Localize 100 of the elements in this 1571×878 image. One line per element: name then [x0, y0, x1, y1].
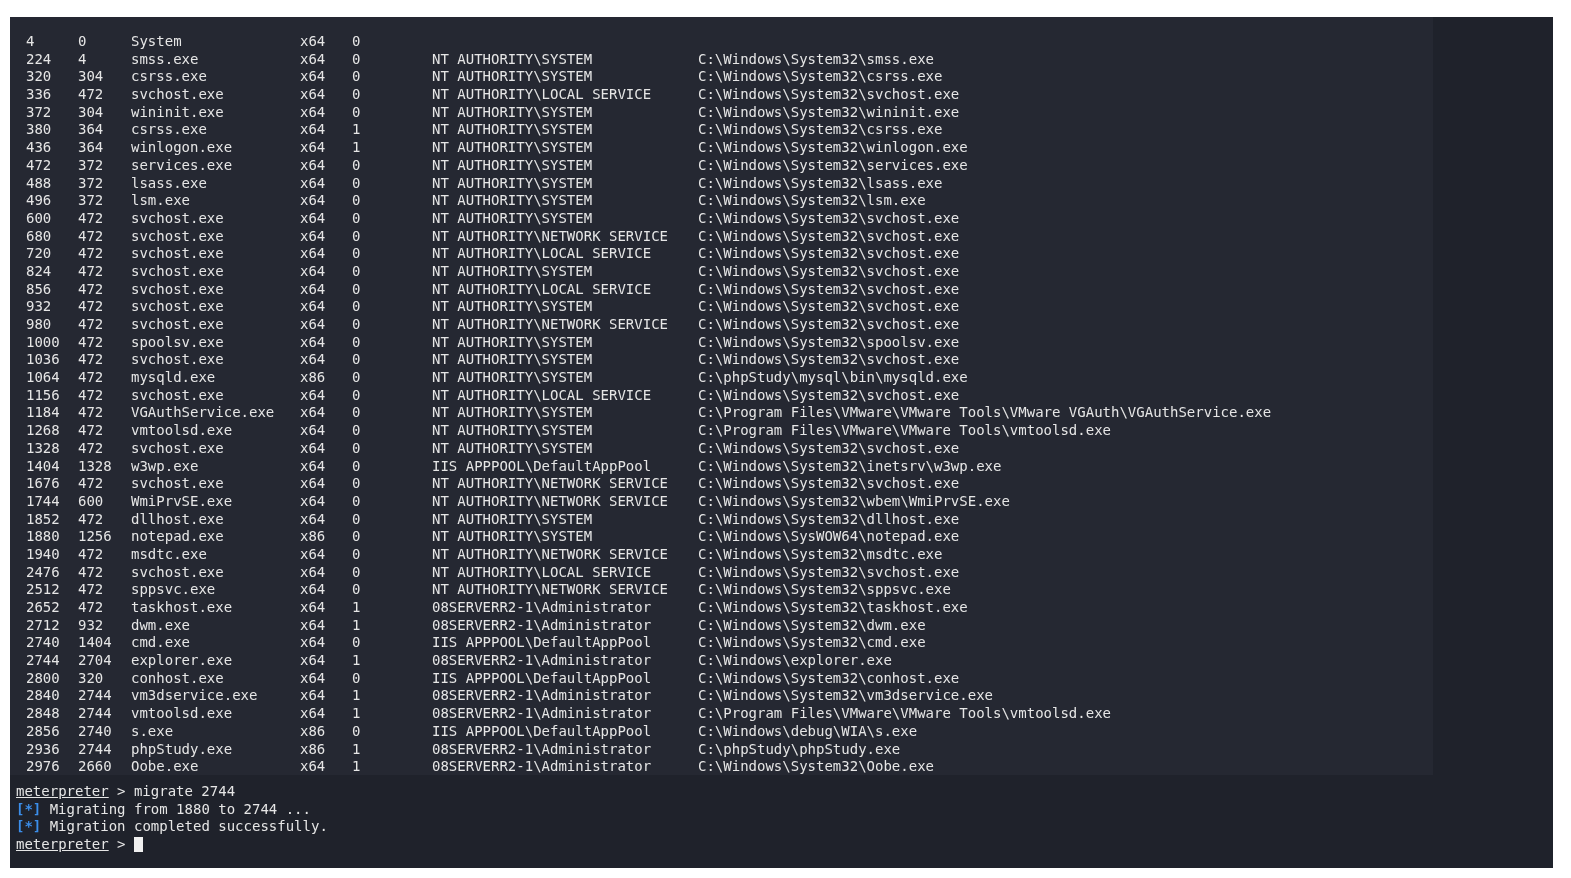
table-cell-text: 680 — [26, 227, 53, 246]
table-cell-text: 2660 — [78, 758, 113, 776]
table-cell-text: 0 — [352, 581, 362, 599]
table-cell-text: 472 — [78, 262, 105, 281]
table-cell-text: NT AUTHORITY\LOCAL SERVICE — [432, 386, 653, 405]
table-cell-text: NT AUTHORITY\NETWORK SERVICE — [432, 316, 669, 334]
table-cell-text: x64 — [300, 687, 327, 706]
table-cell-text: 1 — [352, 652, 362, 670]
table-cell-text: 0 — [352, 227, 362, 246]
table-cell-text: x64 — [300, 510, 327, 529]
table-cell-text: 472 — [78, 475, 105, 493]
table-cell-text: NT AUTHORITY\NETWORK SERVICE — [432, 492, 669, 511]
table-cell-text: x64 — [300, 316, 327, 334]
table-cell-text: x64 — [300, 758, 327, 776]
table-cell-text: 380 — [26, 121, 53, 140]
table-cell-text: dllhost.exe — [131, 510, 225, 529]
table-cell-text: x64 — [300, 616, 327, 635]
table-cell-text: C:\Windows\System32\wininit.exe — [698, 103, 961, 122]
output-text: Migrating from 1880 to 2744 ... — [49, 800, 311, 819]
table-cell-text: 472 — [78, 245, 105, 263]
table-cell-text: 472 — [78, 599, 105, 617]
table-cell-text: x64 — [300, 351, 327, 370]
table-cell-text: 0 — [352, 634, 362, 653]
table-cell-text: NT AUTHORITY\SYSTEM — [432, 68, 594, 87]
table-cell-text: cmd.exe — [131, 634, 191, 653]
output-text: Migration completed successfully. — [49, 818, 328, 837]
table-cell-text: x64 — [300, 192, 327, 210]
table-cell-text: svchost.exe — [131, 351, 225, 370]
table-cell-text: WmiPrvSE.exe — [131, 492, 234, 511]
text-cursor[interactable] — [133, 837, 143, 853]
table-cell-text: C:\Windows\System32\taskhost.exe — [698, 599, 969, 617]
table-cell-text: 0 — [352, 545, 362, 564]
table-cell-text: csrss.exe — [131, 68, 208, 87]
table-cell-text: 372 — [78, 156, 105, 175]
table-cell-text: x64 — [300, 581, 327, 599]
table-cell-text: 472 — [78, 209, 105, 228]
table-cell-text: 1 — [352, 599, 362, 617]
table-cell-text: NT AUTHORITY\NETWORK SERVICE — [432, 581, 669, 599]
table-cell-text: 08SERVERR2-1\Administrator — [432, 652, 653, 670]
table-cell-text: 472 — [78, 86, 105, 104]
table-cell-text: 472 — [78, 404, 105, 423]
table-cell-text: C:\Windows\System32\conhost.exe — [698, 669, 961, 688]
table-cell-text: IIS APPPOOL\DefaultAppPool — [432, 722, 653, 741]
table-cell-text: x86 — [300, 722, 327, 741]
table-cell-text: vm3dservice.exe — [131, 687, 259, 706]
table-cell-text: 0 — [352, 475, 362, 493]
table-cell-text: NT AUTHORITY\SYSTEM — [432, 139, 594, 157]
table-cell-text: 224 — [26, 50, 53, 69]
table-cell-text: wininit.exe — [131, 103, 225, 122]
table-cell-text: NT AUTHORITY\SYSTEM — [432, 351, 594, 370]
table-cell-text: 372 — [26, 103, 53, 122]
table-cell-text: svchost.exe — [131, 227, 225, 246]
table-cell-text: 0 — [352, 722, 362, 741]
table-cell-text: 0 — [352, 492, 362, 511]
table-cell-text: s.exe — [131, 722, 175, 741]
table-cell-text: 0 — [352, 404, 362, 423]
table-cell-text: C:\Windows\System32\svchost.exe — [698, 262, 961, 281]
table-cell-text: 824 — [26, 262, 53, 281]
table-cell-text: 1036 — [26, 351, 61, 370]
table-cell-text: x64 — [300, 50, 327, 69]
table-cell-text: x64 — [300, 652, 327, 670]
table-cell-text: 1940 — [26, 545, 61, 564]
table-cell-text: 472 — [78, 581, 105, 599]
table-cell-text: C:\Windows\System32\wbem\WmiPrvSE.exe — [698, 492, 1011, 511]
table-cell-text: 472 — [78, 563, 105, 582]
table-cell-text: C:\Windows\System32\smss.exe — [698, 50, 935, 69]
table-cell-text: spoolsv.exe — [131, 333, 225, 352]
table-cell-text: C:\Windows\System32\sppsvc.exe — [698, 581, 952, 599]
table-cell-text: NT AUTHORITY\SYSTEM — [432, 298, 594, 316]
table-cell-text: x86 — [300, 528, 327, 546]
table-cell-text: x64 — [300, 156, 327, 175]
table-cell-text: phpStudy.exe — [131, 740, 234, 759]
table-cell-text: C:\Program Files\VMware\VMware Tools\vmtoolsd.exe — [698, 705, 1112, 723]
table-cell-text: 0 — [352, 280, 362, 299]
table-cell-text: C:\Windows\System32\svchost.exe — [698, 245, 961, 263]
table-cell-text: x64 — [300, 121, 327, 140]
table-cell-text: conhost.exe — [131, 669, 225, 688]
table-cell-text: x64 — [300, 68, 327, 87]
table-cell-text: 1000 — [26, 333, 61, 352]
table-cell-text: 600 — [78, 492, 105, 511]
table-cell-text: 2704 — [78, 652, 113, 670]
table-cell-text: 472 — [78, 316, 105, 334]
table-cell-text: NT AUTHORITY\SYSTEM — [432, 192, 594, 210]
table-cell-text: 932 — [78, 616, 105, 635]
table-cell-text: svchost.exe — [131, 298, 225, 316]
table-cell-text: 2652 — [26, 599, 61, 617]
table-cell-text: 856 — [26, 280, 53, 299]
table-cell-text: C:\Windows\System32\vm3dservice.exe — [698, 687, 994, 706]
table-cell-text: 472 — [78, 333, 105, 352]
table-cell-text: C:\Windows\System32\svchost.exe — [698, 316, 961, 334]
table-cell-text: 2800 — [26, 669, 61, 688]
table-cell-text: 0 — [352, 209, 362, 228]
table-cell-text: x64 — [300, 174, 327, 193]
table-cell-text: 1 — [352, 687, 362, 706]
table-cell-text: vmtoolsd.exe — [131, 705, 234, 723]
table-cell-text: x64 — [300, 333, 327, 352]
table-cell-text: x64 — [300, 139, 327, 157]
table-cell-text: 0 — [352, 333, 362, 352]
table-cell-text: C:\phpStudy\mysql\bin\mysqld.exe — [698, 369, 969, 387]
table-cell-text: svchost.exe — [131, 280, 225, 299]
